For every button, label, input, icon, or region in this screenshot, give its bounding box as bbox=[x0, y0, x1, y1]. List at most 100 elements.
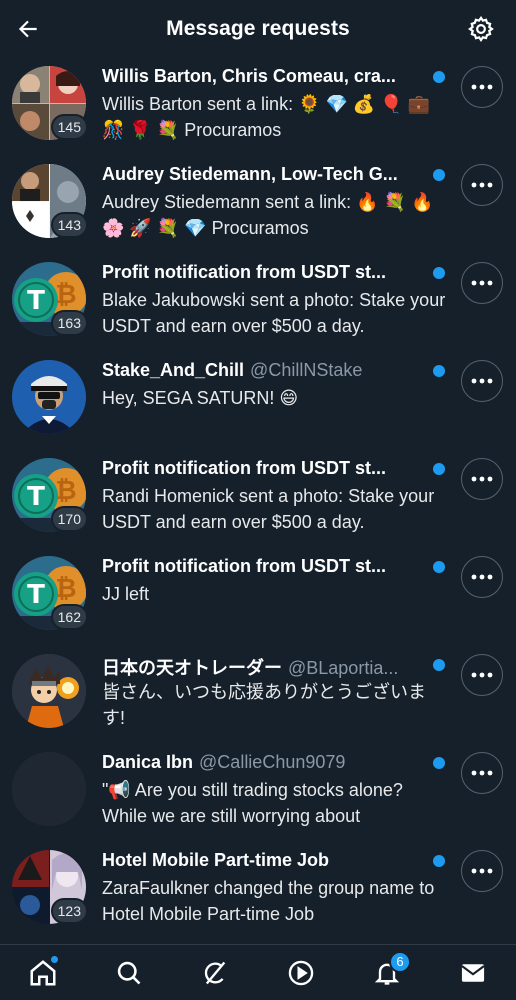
ellipsis-icon bbox=[471, 476, 493, 482]
nav-search[interactable] bbox=[107, 951, 151, 995]
request-item[interactable]: Stake_And_Chill @ChillNStake Hey, SEGA S… bbox=[0, 352, 516, 450]
request-item[interactable]: Danica Ibn @CallieChun9079 "📢 Are you st… bbox=[0, 744, 516, 842]
avatar[interactable] bbox=[12, 360, 86, 434]
search-icon bbox=[117, 961, 141, 984]
request-handle: @CallieChun9079 bbox=[199, 752, 346, 772]
more-options-button[interactable] bbox=[461, 556, 503, 598]
avatar-image bbox=[12, 752, 86, 826]
avatar[interactable]: 145 bbox=[12, 66, 88, 140]
request-item[interactable]: ₿ T 162 Profit notification from USDT st… bbox=[0, 548, 516, 646]
home-unread-dot bbox=[50, 954, 59, 964]
ellipsis-icon bbox=[471, 770, 493, 776]
more-options-button[interactable] bbox=[461, 654, 503, 696]
ellipsis-icon bbox=[471, 574, 493, 580]
nav-messages[interactable] bbox=[451, 951, 495, 995]
unread-dot bbox=[433, 561, 445, 573]
top-bar: Message requests bbox=[0, 0, 516, 58]
request-content[interactable]: Profit notification from USDT st... JJ l… bbox=[102, 556, 448, 607]
request-name: Willis Barton, Chris Comeau, cra... bbox=[102, 66, 396, 86]
video-icon bbox=[288, 960, 314, 985]
request-name-line: Willis Barton, Chris Comeau, cra... bbox=[102, 66, 448, 90]
request-name-line: Hotel Mobile Part-time Job bbox=[102, 850, 448, 874]
request-count-badge: 170 bbox=[50, 506, 88, 532]
request-name-line: Stake_And_Chill @ChillNStake bbox=[102, 360, 448, 384]
back-button[interactable] bbox=[12, 13, 44, 45]
grok-icon bbox=[204, 961, 226, 984]
unread-dot bbox=[433, 169, 445, 181]
request-preview: Hey, SEGA SATURN! 😄 bbox=[102, 388, 299, 408]
avatar[interactable]: ₿ T 163 bbox=[12, 262, 88, 336]
request-content[interactable]: Audrey Stiedemann, Low-Tech G... Audrey … bbox=[102, 164, 448, 241]
svg-text:T: T bbox=[27, 286, 45, 316]
avatar[interactable]: 143 bbox=[12, 164, 88, 238]
request-handle: @ChillNStake bbox=[250, 360, 363, 380]
request-content[interactable]: Profit notification from USDT st... Blak… bbox=[102, 262, 448, 339]
request-item[interactable]: ₿ T 163 Profit notification from USDT st… bbox=[0, 254, 516, 352]
unread-dot bbox=[433, 267, 445, 279]
request-name: Audrey Stiedemann, Low-Tech G... bbox=[102, 164, 398, 184]
request-preview: Blake Jakubowski sent a photo: Stake you… bbox=[102, 290, 446, 336]
nav-home[interactable] bbox=[21, 951, 65, 995]
request-count-badge: 163 bbox=[50, 310, 88, 336]
request-content[interactable]: Profit notification from USDT st... Rand… bbox=[102, 458, 448, 535]
request-content[interactable]: Stake_And_Chill @ChillNStake Hey, SEGA S… bbox=[102, 360, 448, 411]
more-options-button[interactable] bbox=[461, 164, 503, 206]
avatar[interactable]: ₿ T 162 bbox=[12, 556, 88, 630]
request-preview: "📢 Are you still trading stocks alone? W… bbox=[102, 780, 403, 826]
request-preview: Randi Homenick sent a photo: Stake your … bbox=[102, 486, 435, 532]
request-content[interactable]: Willis Barton, Chris Comeau, cra... Will… bbox=[102, 66, 448, 143]
avatar[interactable] bbox=[12, 654, 86, 728]
request-content[interactable]: Hotel Mobile Part-time Job ZaraFaulkner … bbox=[102, 850, 448, 927]
ellipsis-icon bbox=[471, 378, 493, 384]
ellipsis-icon bbox=[471, 672, 493, 678]
svg-text:₿: ₿ bbox=[55, 280, 76, 310]
request-name-line: Audrey Stiedemann, Low-Tech G... bbox=[102, 164, 448, 188]
request-item[interactable]: 123 Hotel Mobile Part-time Job ZaraFaulk… bbox=[0, 842, 516, 940]
request-handle: @BLaportia... bbox=[288, 658, 399, 678]
request-name-line: Danica Ibn @CallieChun9079 bbox=[102, 752, 448, 776]
nav-video[interactable] bbox=[279, 951, 323, 995]
request-count-badge: 123 bbox=[50, 898, 88, 924]
more-options-button[interactable] bbox=[461, 262, 503, 304]
request-item[interactable]: 145 Willis Barton, Chris Comeau, cra... … bbox=[0, 58, 516, 156]
request-name: Profit notification from USDT st... bbox=[102, 556, 386, 576]
settings-button[interactable] bbox=[466, 14, 496, 44]
more-options-button[interactable] bbox=[461, 752, 503, 794]
request-name: Danica Ibn bbox=[102, 752, 194, 772]
request-preview: ZaraFaulkner changed the group name to H… bbox=[102, 878, 435, 924]
request-content[interactable]: 日本の天オトレーダー @BLaportia... 皆さん、いつも応援ありがとうご… bbox=[102, 654, 448, 731]
svg-text:₿: ₿ bbox=[55, 476, 76, 506]
avatar[interactable]: ₿ T 170 bbox=[12, 458, 88, 532]
nav-notifications[interactable]: 6 bbox=[365, 950, 411, 995]
avatar-image bbox=[12, 360, 86, 434]
avatar[interactable] bbox=[12, 752, 86, 826]
nav-grok[interactable] bbox=[193, 951, 237, 995]
request-name: Hotel Mobile Part-time Job bbox=[102, 850, 330, 870]
avatar-image bbox=[12, 654, 86, 728]
more-options-button[interactable] bbox=[461, 458, 503, 500]
gear-icon bbox=[468, 16, 494, 43]
more-options-button[interactable] bbox=[461, 360, 503, 402]
request-name: Profit notification from USDT st... bbox=[102, 262, 386, 282]
notifications-badge: 6 bbox=[389, 950, 411, 973]
request-name-line: Profit notification from USDT st... bbox=[102, 458, 448, 482]
request-list: 145 Willis Barton, Chris Comeau, cra... … bbox=[0, 58, 516, 940]
request-content[interactable]: Danica Ibn @CallieChun9079 "📢 Are you st… bbox=[102, 752, 448, 829]
more-options-button[interactable] bbox=[461, 66, 503, 108]
request-count-badge: 143 bbox=[50, 212, 88, 238]
page-title: Message requests bbox=[166, 17, 350, 40]
request-preview: JJ left bbox=[102, 584, 150, 604]
request-name: 日本の天オトレーダー bbox=[102, 658, 282, 678]
request-name: Profit notification from USDT st... bbox=[102, 458, 386, 478]
request-item[interactable]: 日本の天オトレーダー @BLaportia... 皆さん、いつも応援ありがとうご… bbox=[0, 646, 516, 744]
request-count-badge: 162 bbox=[50, 604, 88, 630]
request-item[interactable]: 143 Audrey Stiedemann, Low-Tech G... Aud… bbox=[0, 156, 516, 254]
request-preview: Willis Barton sent a link: 🌻 💎 💰 🎈 💼 🎊 🌹… bbox=[102, 94, 431, 140]
svg-text:T: T bbox=[27, 580, 45, 610]
avatar[interactable]: 123 bbox=[12, 850, 88, 924]
mail-icon bbox=[461, 963, 485, 982]
request-item[interactable]: ₿ T 170 Profit notification from USDT st… bbox=[0, 450, 516, 548]
bottom-nav: 6 bbox=[0, 944, 516, 1000]
request-name-line: Profit notification from USDT st... bbox=[102, 262, 448, 286]
more-options-button[interactable] bbox=[461, 850, 503, 892]
